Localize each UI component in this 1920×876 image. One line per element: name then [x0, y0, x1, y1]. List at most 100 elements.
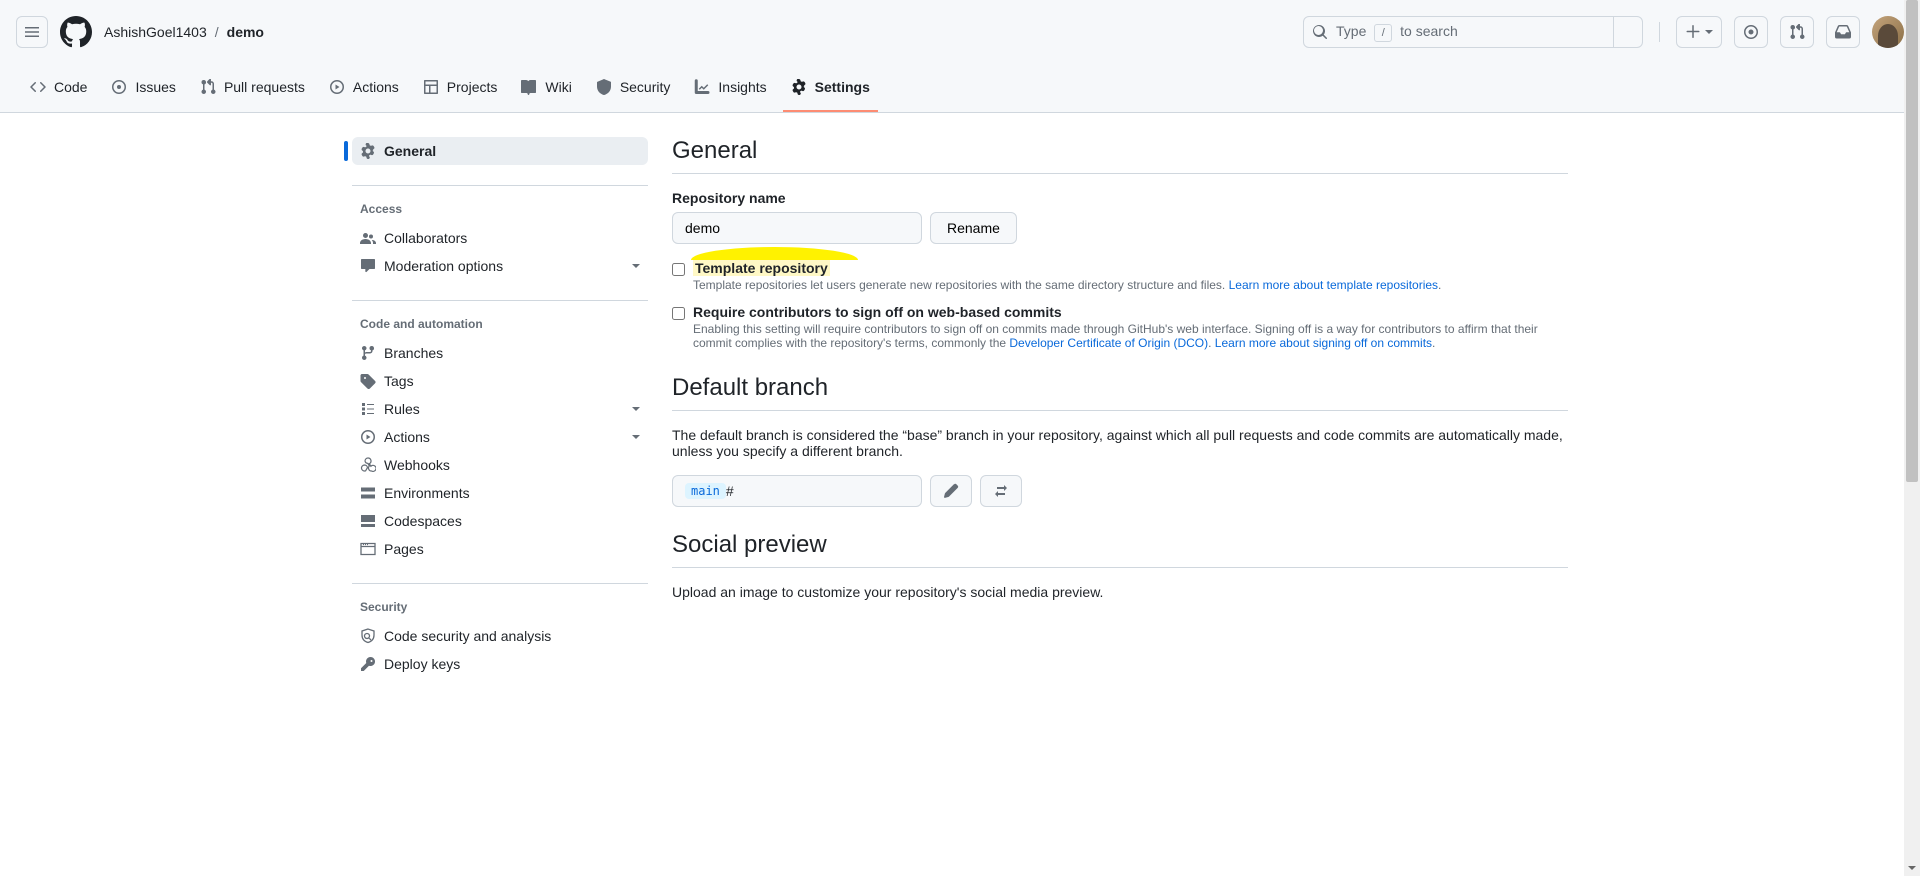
default-branch-display: main # [672, 475, 922, 507]
sidebar-item-deploy-keys[interactable]: Deploy keys [352, 650, 648, 678]
command-palette-button[interactable] [1613, 16, 1634, 48]
global-search[interactable]: Type / to search [1303, 16, 1643, 48]
scroll-down-arrow[interactable] [1904, 860, 1920, 876]
people-icon [360, 230, 376, 246]
git-pull-request-icon [1789, 24, 1805, 40]
play-icon [360, 429, 376, 445]
issues-tray-button[interactable] [1734, 16, 1768, 48]
template-label: Template repository [693, 260, 830, 276]
sidebar-item-tags[interactable]: Tags [352, 367, 648, 395]
play-icon [329, 79, 345, 95]
social-preview-description: Upload an image to customize your reposi… [672, 584, 1568, 600]
header-divider [1659, 22, 1660, 42]
template-description: Template repositories let users generate… [693, 278, 1441, 292]
nav-code[interactable]: Code [22, 64, 95, 112]
webhook-icon [360, 457, 376, 473]
git-branch-icon [360, 345, 376, 361]
sidebar-section-access: Access [352, 186, 648, 224]
plus-icon [1685, 24, 1701, 40]
browser-icon [360, 541, 376, 557]
repo-name-label: Repository name [672, 190, 1568, 206]
add-menu-button[interactable] [1676, 16, 1722, 48]
rename-button[interactable]: Rename [930, 212, 1017, 244]
heading-social-preview: Social preview [672, 531, 1568, 568]
sidebar-item-pages[interactable]: Pages [352, 535, 648, 563]
search-icon [1312, 24, 1328, 40]
chevron-down-icon [632, 407, 640, 411]
signoff-learn-link[interactable]: Learn more about signing off on commits [1215, 336, 1432, 350]
settings-content: General Repository name Rename Template … [672, 137, 1568, 686]
rules-icon [360, 401, 376, 417]
sidebar-section-code: Code and automation [352, 301, 648, 339]
template-learn-link[interactable]: Learn more about template repositories [1229, 278, 1438, 292]
slash-key-icon: / [1374, 24, 1392, 42]
tag-icon [360, 373, 376, 389]
search-placeholder: Type / to search [1336, 23, 1609, 42]
comment-icon [360, 258, 376, 274]
rename-branch-button[interactable] [930, 475, 972, 507]
template-checkbox[interactable] [672, 263, 685, 276]
record-icon [1743, 24, 1759, 40]
github-logo[interactable] [60, 16, 92, 48]
gear-icon [791, 79, 807, 95]
default-branch-name: main [685, 483, 726, 499]
switch-icon [993, 483, 1009, 499]
nav-security[interactable]: Security [588, 64, 679, 112]
nav-pulls[interactable]: Pull requests [192, 64, 313, 112]
key-icon [360, 656, 376, 672]
nav-issues[interactable]: Issues [103, 64, 183, 112]
dco-link[interactable]: Developer Certificate of Origin (DCO) [1009, 336, 1208, 350]
shield-icon [596, 79, 612, 95]
breadcrumb-repo[interactable]: demo [227, 24, 264, 40]
server-icon [360, 485, 376, 501]
app-header: AshishGoel1403 / demo Type / to search [0, 0, 1920, 64]
notifications-button[interactable] [1826, 16, 1860, 48]
sidebar-item-rules[interactable]: Rules [352, 395, 648, 423]
chevron-down-icon [632, 435, 640, 439]
sidebar-section-security: Security [352, 584, 648, 622]
pull-requests-tray-button[interactable] [1780, 16, 1814, 48]
sidebar-item-code-security[interactable]: Code security and analysis [352, 622, 648, 650]
heading-default-branch: Default branch [672, 374, 1568, 411]
sidebar-item-codespaces[interactable]: Codespaces [352, 507, 648, 535]
chevron-down-icon [1705, 30, 1713, 34]
breadcrumb: AshishGoel1403 / demo [104, 24, 264, 40]
sidebar-item-branches[interactable]: Branches [352, 339, 648, 367]
sidebar-item-general[interactable]: General [352, 137, 648, 165]
pencil-icon [943, 483, 959, 499]
repo-name-input[interactable] [672, 212, 922, 244]
sidebar-item-collaborators[interactable]: Collaborators [352, 224, 648, 252]
signoff-description: Enabling this setting will require contr… [693, 322, 1568, 350]
shield-search-icon [360, 628, 376, 644]
signoff-label: Require contributors to sign off on web-… [693, 304, 1062, 320]
vertical-scrollbar[interactable] [1904, 0, 1920, 876]
nav-settings[interactable]: Settings [783, 64, 878, 112]
user-avatar[interactable] [1872, 16, 1904, 48]
repo-nav: Code Issues Pull requests Actions Projec… [0, 64, 1920, 113]
inbox-icon [1835, 24, 1851, 40]
breadcrumb-owner[interactable]: AshishGoel1403 [104, 24, 207, 40]
nav-wiki[interactable]: Wiki [513, 64, 579, 112]
graph-icon [694, 79, 710, 95]
default-branch-description: The default branch is considered the “ba… [672, 427, 1568, 459]
codespaces-icon [360, 513, 376, 529]
settings-sidebar: General Access Collaborators Moderation … [352, 137, 648, 686]
gear-icon [360, 143, 376, 159]
issue-icon [111, 79, 127, 95]
sidebar-item-actions[interactable]: Actions [352, 423, 648, 451]
sidebar-item-moderation[interactable]: Moderation options [352, 252, 648, 280]
code-icon [30, 79, 46, 95]
sidebar-item-environments[interactable]: Environments [352, 479, 648, 507]
chevron-down-icon [632, 264, 640, 268]
nav-insights[interactable]: Insights [686, 64, 774, 112]
sidebar-item-webhooks[interactable]: Webhooks [352, 451, 648, 479]
switch-branch-button[interactable] [980, 475, 1022, 507]
signoff-checkbox[interactable] [672, 307, 685, 320]
book-icon [521, 79, 537, 95]
breadcrumb-separator: / [211, 24, 223, 40]
nav-projects[interactable]: Projects [415, 64, 506, 112]
nav-actions[interactable]: Actions [321, 64, 407, 112]
scrollbar-thumb[interactable] [1906, 0, 1918, 482]
menu-button[interactable] [16, 16, 48, 48]
git-pull-request-icon [200, 79, 216, 95]
